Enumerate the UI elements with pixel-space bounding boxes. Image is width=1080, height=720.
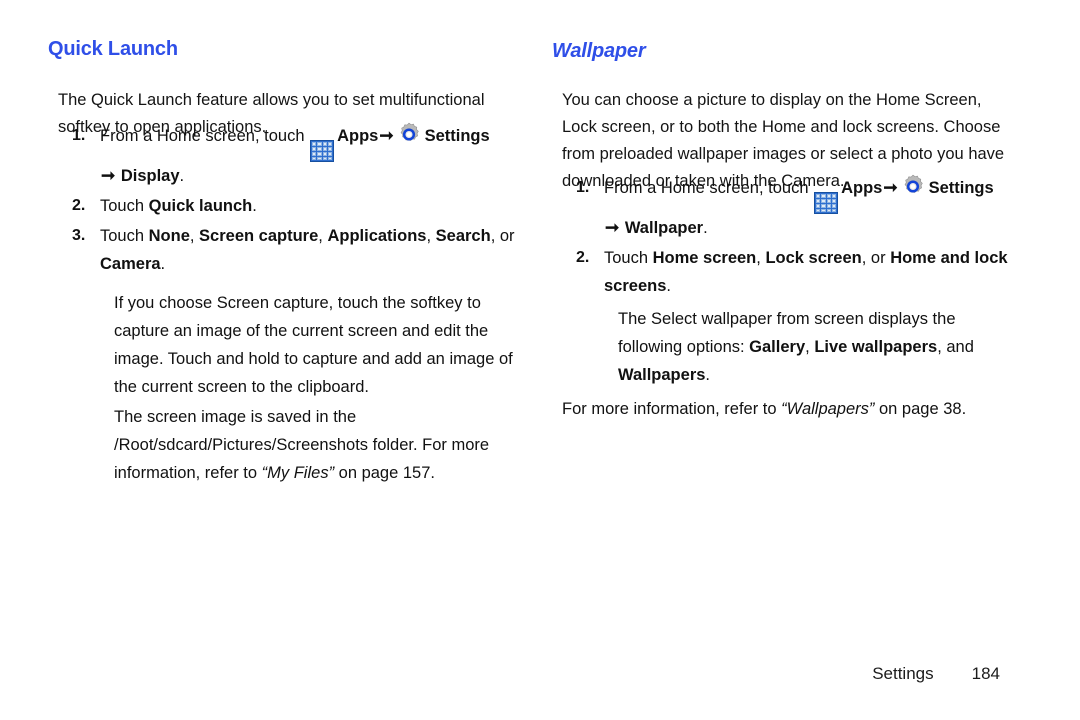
note-prefix: For more information, refer to bbox=[562, 399, 782, 418]
separator: , or bbox=[490, 227, 515, 246]
manual-page: Quick Launch The Quick Launch feature al… bbox=[0, 0, 1080, 720]
settings-label: Settings bbox=[424, 127, 490, 145]
step-continuation: ➞ Display. bbox=[100, 162, 523, 190]
option-wallpapers: Wallpapers bbox=[618, 365, 706, 384]
apps-label: Apps bbox=[337, 127, 379, 145]
wallpaper-label: Wallpaper bbox=[624, 219, 704, 238]
separator: , or bbox=[861, 249, 891, 268]
footer-section-label: Settings bbox=[872, 664, 934, 683]
quick-launch-label: Quick launch bbox=[148, 197, 253, 216]
separator: , and bbox=[937, 337, 974, 356]
option-camera: Camera bbox=[100, 255, 161, 274]
step-text: From a Home screen, touch bbox=[100, 127, 310, 145]
wallpapers-reference-note: For more information, refer to “Wallpape… bbox=[562, 395, 1022, 423]
wallpapers-reference: “Wallpapers” bbox=[781, 399, 875, 418]
my-files-reference: “My Files” bbox=[261, 463, 335, 482]
step-punctuation: . bbox=[666, 277, 671, 296]
quick-launch-step-list: 1. From a Home screen, touch Apps➞ Setti… bbox=[58, 122, 523, 280]
step-number: 2. bbox=[72, 197, 86, 215]
list-item: 3. Touch None, Screen capture, Applicati… bbox=[58, 222, 523, 278]
page-title-quick-launch: Quick Launch bbox=[48, 38, 178, 60]
settings-gear-icon bbox=[396, 122, 422, 147]
separator: , bbox=[805, 337, 815, 356]
apps-label: Apps bbox=[841, 179, 883, 197]
step-text: From a Home screen, touch bbox=[604, 179, 814, 197]
right-heading-slot: Wallpaper bbox=[552, 40, 646, 63]
step-punctuation: . bbox=[252, 197, 257, 216]
arrow-right-icon: ➞ bbox=[883, 178, 898, 197]
note-suffix: on page 38. bbox=[874, 399, 967, 418]
step-number: 1. bbox=[72, 127, 86, 144]
apps-grid-icon bbox=[310, 140, 335, 163]
step-text: Touch bbox=[604, 249, 653, 268]
note-suffix: on page 157. bbox=[334, 463, 435, 482]
list-item: 1. From a Home screen, touch Apps➞ Setti… bbox=[58, 122, 523, 190]
option-screen-capture: Screen capture bbox=[199, 227, 319, 246]
footer-page-number: 184 bbox=[971, 664, 1000, 683]
step-punctuation: . bbox=[703, 219, 708, 238]
step-continuation: ➞ Wallpaper. bbox=[604, 214, 1027, 242]
left-heading-slot: Quick Launch bbox=[48, 38, 178, 61]
display-label: Display bbox=[120, 167, 180, 186]
step-punctuation: . bbox=[160, 255, 166, 274]
settings-label: Settings bbox=[928, 179, 994, 197]
note-punctuation: . bbox=[705, 365, 711, 384]
arrow-right-icon: ➞ bbox=[605, 218, 620, 238]
apps-grid-icon bbox=[814, 192, 839, 215]
list-item: 2. Touch Home screen, Lock screen, or Ho… bbox=[562, 244, 1027, 300]
arrow-right-icon: ➞ bbox=[101, 166, 116, 186]
option-gallery: Gallery bbox=[749, 337, 806, 356]
separator: , bbox=[189, 227, 200, 246]
step-number: 1. bbox=[576, 179, 590, 196]
screenshot-location-note: The screen image is saved in the /Root/s… bbox=[114, 403, 529, 487]
option-search: Search bbox=[435, 227, 491, 246]
step-text: Touch bbox=[100, 227, 149, 246]
settings-gear-icon bbox=[900, 174, 926, 199]
option-applications: Applications bbox=[327, 227, 427, 246]
step-number: 3. bbox=[72, 227, 86, 245]
step-text: Touch bbox=[100, 197, 149, 216]
page-footer: Settings 184 bbox=[872, 664, 1000, 684]
step-punctuation: . bbox=[179, 167, 185, 186]
step-number: 2. bbox=[576, 249, 590, 267]
separator: , bbox=[426, 227, 436, 246]
arrow-right-icon: ➞ bbox=[379, 126, 394, 145]
option-none: None bbox=[148, 227, 190, 246]
list-item: 2. Touch Quick launch. bbox=[58, 192, 523, 220]
select-wallpaper-note: The Select wallpaper from screen display… bbox=[618, 305, 1018, 389]
wallpaper-step-list: 1. From a Home screen, touch Apps➞ Setti… bbox=[562, 174, 1027, 302]
option-lock-screen: Lock screen bbox=[765, 249, 862, 268]
option-home-screen: Home screen bbox=[652, 249, 757, 268]
option-live-wallpapers: Live wallpapers bbox=[814, 337, 938, 356]
screen-capture-note: If you choose Screen capture, touch the … bbox=[114, 293, 513, 396]
list-item: 1. From a Home screen, touch Apps➞ Setti… bbox=[562, 174, 1027, 242]
page-title-wallpaper: Wallpaper bbox=[552, 40, 646, 62]
